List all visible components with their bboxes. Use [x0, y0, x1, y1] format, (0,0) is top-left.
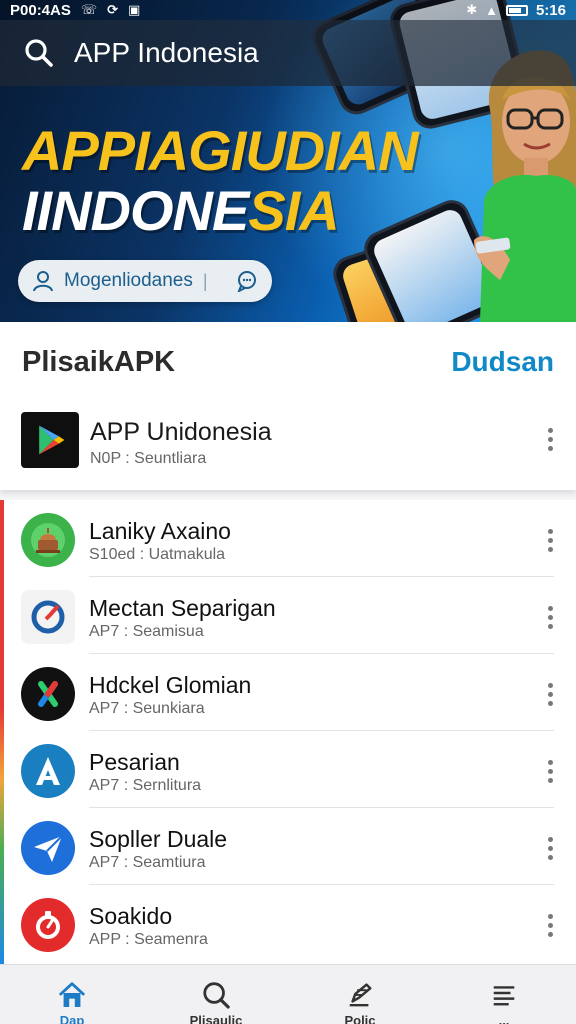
section-title: PlisaikAPK: [22, 346, 176, 378]
featured-app-subtitle: N0P : Seuntliara: [90, 450, 207, 467]
paper-plane-icon: [21, 821, 75, 875]
nav-label: Plisaulic: [189, 1012, 243, 1024]
more-options-icon[interactable]: [548, 428, 554, 452]
pill-separator: |: [202, 270, 208, 291]
home-icon: [58, 982, 86, 1008]
menu-icon: [493, 986, 515, 1006]
list-item[interactable]: Sopller Duale AP7 : Seamtiura: [0, 808, 576, 885]
hero-pill-button[interactable]: Mogenliodanes |: [18, 260, 272, 302]
notification-icon: ☏: [80, 2, 98, 17]
list-item[interactable]: Laniky Axaino S10ed : Uatmakula: [0, 500, 576, 577]
nav-edit[interactable]: Polic: [288, 965, 432, 1024]
nav-search[interactable]: Plisaulic: [144, 965, 288, 1024]
bottom-navigation: Dap Plisaulic Polic ...: [0, 964, 576, 1024]
app-name: Hdckel Glomian: [89, 672, 252, 698]
person-icon: [33, 271, 53, 292]
search-bar[interactable]: APP Indonesia: [0, 20, 576, 86]
play-store-icon: [21, 412, 79, 468]
more-options-icon[interactable]: [548, 606, 554, 630]
nav-menu[interactable]: ...: [432, 965, 576, 1024]
featured-section: PlisaikAPK Dudsan APP Unidonesia N0P : S…: [0, 322, 576, 490]
hero-banner[interactable]: P00:4AS ☏ ⟳ ▣ ✱ ▲ 5:16 APP Indonesia APP…: [0, 0, 576, 322]
bluetooth-icon: ✱: [466, 2, 478, 17]
status-time: 5:16: [535, 1, 566, 19]
nav-label: ...: [498, 1012, 510, 1024]
app-name: Laniky Axaino: [89, 518, 231, 544]
hero-title-line2-accent: SIA: [248, 179, 339, 242]
featured-app-name: APP Unidonesia: [90, 418, 272, 446]
list-item[interactable]: Hdckel Glomian AP7 : Seunkiara: [0, 654, 576, 731]
app-subtitle: APP : Seamenra: [89, 931, 208, 948]
status-left-text: P00:4AS: [10, 1, 71, 19]
app-name: Pesarian: [89, 749, 180, 775]
more-options-icon[interactable]: [548, 914, 554, 938]
sync-icon: ⟳: [107, 2, 119, 17]
more-options-icon[interactable]: [548, 683, 554, 707]
status-bar: P00:4AS ☏ ⟳ ▣ ✱ ▲ 5:16: [0, 0, 576, 20]
timer-icon: [21, 898, 75, 952]
monument-icon: [21, 513, 75, 567]
cross-icon: [21, 667, 75, 721]
list-item[interactable]: Soakido APP : Seamenra: [0, 885, 576, 962]
list-item[interactable]: Pesarian AP7 : Sernlitura: [0, 731, 576, 808]
app-subtitle: AP7 : Sernlitura: [89, 777, 202, 794]
hero-title-line2-main: IINDONE: [22, 179, 249, 242]
battery-icon: [505, 4, 528, 16]
app-name: Mectan Separigan: [89, 595, 276, 621]
app-subtitle: AP7 : Seamisua: [89, 623, 204, 640]
search-icon[interactable]: [24, 38, 54, 68]
app-subtitle: AP7 : Seunkiara: [89, 700, 205, 717]
app-list: Laniky Axaino S10ed : Uatmakula Mectan S…: [0, 500, 576, 964]
more-options-icon[interactable]: [548, 837, 554, 861]
hero-pill-label: Mogenliodanes: [64, 270, 193, 291]
app-subtitle: S10ed : Uatmakula: [89, 546, 226, 563]
signal-icon: ▲: [485, 2, 498, 18]
app-name: Soakido: [89, 903, 173, 929]
compass-icon: [21, 590, 75, 644]
nav-label: Polic: [344, 1012, 376, 1024]
featured-app-row[interactable]: APP Unidonesia N0P : Seuntliara: [0, 412, 576, 472]
search-input[interactable]: APP Indonesia: [74, 37, 259, 69]
app-subtitle: AP7 : Seamtiura: [89, 854, 206, 871]
edit-icon: [349, 983, 372, 1007]
hero-title-line2: IINDONESIA: [22, 178, 340, 243]
app-notification-icon: ▣: [128, 2, 141, 17]
list-item[interactable]: Mectan Separigan AP7 : Seamisua: [0, 577, 576, 654]
chat-icon[interactable]: [236, 270, 258, 292]
search-icon: [203, 982, 230, 1009]
letter-a-icon: [21, 744, 75, 798]
nav-label: Dap: [59, 1012, 85, 1024]
section-link[interactable]: Dudsan: [451, 346, 554, 378]
app-name: Sopller Duale: [89, 826, 228, 852]
nav-home[interactable]: Dap: [0, 965, 144, 1024]
more-options-icon[interactable]: [548, 760, 554, 784]
more-options-icon[interactable]: [548, 529, 554, 553]
hero-title-line1: APPIAGIUDIAN: [22, 119, 419, 182]
